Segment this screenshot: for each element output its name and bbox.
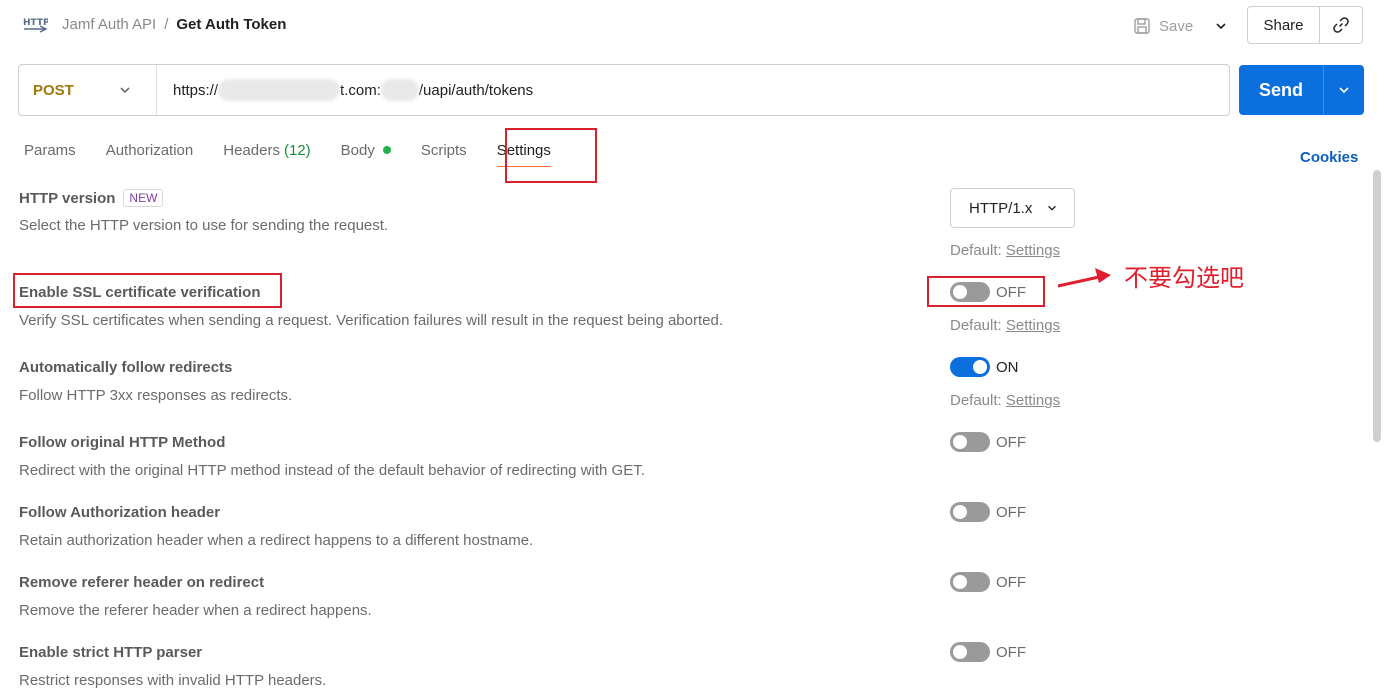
default-label: Default: [950,392,1002,409]
http-version-label: HTTP version [19,190,116,207]
http-version-desc: Select the HTTP version to use for sendi… [19,217,389,234]
tab-label: Params [24,141,76,159]
toggle-state: OFF [996,433,1026,451]
http-version-title: HTTP version NEW [19,189,164,207]
chevron-down-icon [120,87,130,94]
follow-auth-header-title: Follow Authorization header [19,504,221,521]
highlight-ssl-title [13,273,282,308]
follow-original-method-desc: Redirect with the original HTTP method i… [19,462,645,479]
default-label: Default: [950,317,1002,334]
redacted-port [380,79,419,101]
url-input[interactable]: https:// t.com: /uapi/auth/tokens [157,65,1229,115]
cookies-link[interactable]: Cookies [1300,149,1358,166]
tab-authorization[interactable]: Authorization [106,138,194,162]
strict-parser-title: Enable strict HTTP parser [19,644,203,661]
copy-link-button[interactable] [1320,7,1362,43]
body-indicator-dot [382,146,391,154]
default-label: Default: [950,242,1002,259]
http-icon: HTTP [23,18,48,33]
toggle-switch [950,502,990,522]
remove-referer-title: Remove referer header on redirect [19,574,265,591]
url-path: /uapi/auth/tokens [418,81,534,99]
request-tabs: Params Authorization Headers (12) Body S… [24,138,581,167]
breadcrumb-collection[interactable]: Jamf Auth API [62,16,156,33]
url-prefix: https:// [173,81,219,99]
svg-text:HTTP: HTTP [23,18,48,28]
toggle-switch [950,642,990,662]
settings-link[interactable]: Settings [1006,392,1060,409]
toggle-switch [950,357,990,377]
tab-label: Headers [223,141,280,159]
follow-redirects-desc: Follow HTTP 3xx responses as redirects. [19,387,293,404]
save-options-button[interactable] [1209,14,1233,38]
send-button[interactable]: Send [1239,65,1324,115]
headers-count: (12) [283,141,311,159]
url-bar: POST https:// t.com: /uapi/auth/tokens [18,64,1230,116]
tab-label: Body [340,141,375,159]
arrow-icon [1057,268,1111,288]
chevron-down-icon [1216,23,1226,30]
save-label: Save [1159,17,1194,35]
method-label: POST [33,81,74,99]
follow-auth-header-desc: Retain authorization header when a redir… [19,532,534,549]
http-version-value: HTTP/1.x [969,199,1033,217]
tab-body[interactable]: Body [341,138,391,162]
toggle-state: ON [996,358,1019,376]
annotation-note: 不要勾选吧 [1124,264,1244,292]
save-button[interactable]: Save [1133,12,1193,40]
tab-label: Scripts [420,141,467,159]
toggle-state: OFF [996,573,1026,591]
share-group: Share [1247,6,1363,44]
url-domain: t.com: [340,81,381,99]
follow-auth-header-toggle[interactable]: OFF [950,502,1026,522]
ssl-verification-desc: Verify SSL certificates when sending a r… [19,312,723,329]
chevron-down-icon [1339,87,1349,94]
toggle-switch [950,432,990,452]
tab-scripts[interactable]: Scripts [421,138,467,162]
share-button[interactable]: Share [1248,7,1320,43]
send-group: Send [1239,65,1364,115]
remove-referer-desc: Remove the referer header when a redirec… [19,602,372,619]
default-settings-hint: Default: Settings [950,242,1060,259]
tab-label: Authorization [105,141,194,159]
method-select[interactable]: POST [19,65,157,115]
request-header: HTTP Jamf Auth API / Get Auth Token Save… [0,0,1385,52]
settings-link[interactable]: Settings [1006,317,1060,334]
toggle-state: OFF [996,503,1026,521]
toggle-switch [950,572,990,592]
follow-redirects-title: Automatically follow redirects [19,359,233,376]
http-version-select[interactable]: HTTP/1.x [950,188,1075,228]
tab-headers[interactable]: Headers (12) [223,138,310,162]
send-options-button[interactable] [1324,65,1364,115]
breadcrumb-separator: / [164,16,169,33]
follow-original-method-toggle[interactable]: OFF [950,432,1026,452]
scrollbar[interactable] [1373,170,1381,442]
strict-parser-desc: Restrict responses with invalid HTTP hea… [19,672,327,689]
default-settings-hint: Default: Settings [950,392,1060,409]
request-name[interactable]: Get Auth Token [176,16,286,33]
follow-redirects-toggle[interactable]: ON [950,357,1019,377]
new-badge: NEW [123,189,164,207]
highlight-ssl-toggle [927,276,1045,307]
remove-referer-toggle[interactable]: OFF [950,572,1026,592]
redacted-host [218,79,341,101]
tab-params[interactable]: Params [24,138,76,162]
settings-link[interactable]: Settings [1006,242,1060,259]
highlight-settings-tab [505,128,597,183]
save-icon [1134,18,1150,34]
default-settings-hint: Default: Settings [950,317,1060,334]
chevron-down-icon [1048,205,1057,211]
breadcrumb: Jamf Auth API / Get Auth Token [62,16,286,33]
toggle-state: OFF [996,643,1026,661]
follow-original-method-title: Follow original HTTP Method [19,434,226,451]
strict-parser-toggle[interactable]: OFF [950,642,1026,662]
link-icon [1333,17,1349,33]
